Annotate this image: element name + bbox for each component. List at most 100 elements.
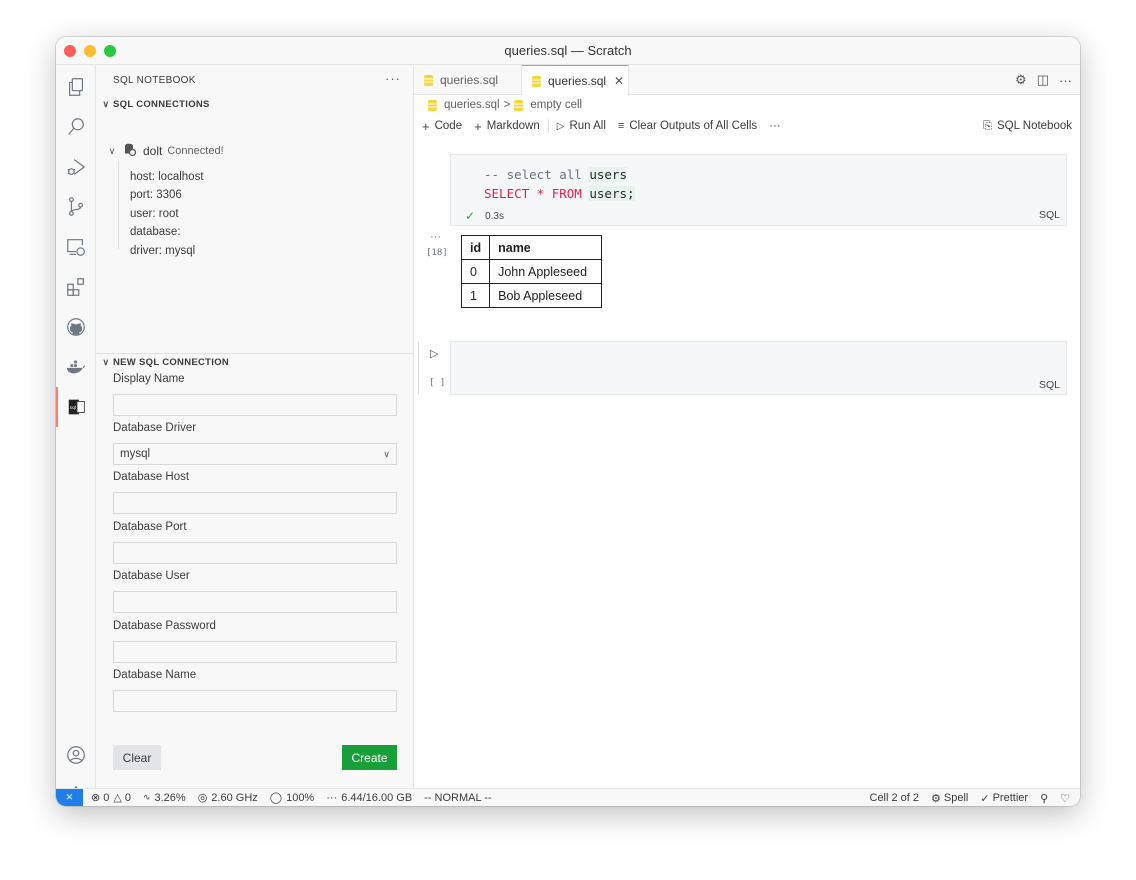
code-line-2: SELECT * FROM users;	[484, 186, 635, 201]
close-window-button[interactable]	[64, 45, 76, 57]
database-name-input[interactable]	[113, 690, 397, 712]
notebook-settings-gear-icon[interactable]: ⚙	[1015, 72, 1027, 88]
cell-position[interactable]: Cell 2 of 2	[870, 792, 920, 804]
code-cell-2[interactable]: SQL	[450, 341, 1067, 395]
run-all-icon: ▷	[556, 120, 565, 132]
error-count: 0	[103, 791, 110, 804]
cell-language-label[interactable]: SQL	[1039, 379, 1060, 391]
database-icon	[124, 143, 137, 159]
remote-indicator-icon[interactable]: ⨯	[56, 788, 83, 806]
code-keyword: FROM	[551, 186, 582, 201]
memory-icon: ···	[326, 791, 338, 804]
add-code-cell-button[interactable]: + Code	[422, 119, 462, 134]
battery-value: 100%	[286, 791, 315, 804]
accounts-icon[interactable]	[56, 735, 96, 775]
spell-check[interactable]: ⚙ Spell	[931, 792, 968, 805]
problems-indicator[interactable]: ⊗ 0 △ 0	[91, 791, 131, 805]
database-host-input[interactable]	[113, 492, 397, 514]
feedback-icon[interactable]: ⚲	[1040, 792, 1048, 805]
connection-item-dolt[interactable]: ∨ dolt Connected!	[106, 143, 224, 159]
display-name-input[interactable]	[113, 394, 397, 416]
execution-duration: 0.3s	[485, 210, 504, 222]
sql-file-icon	[424, 74, 433, 86]
double-check-icon: ✓	[980, 792, 990, 805]
title-bar: queries.sql — Scratch	[56, 37, 1080, 65]
database-password-input[interactable]	[113, 641, 397, 663]
search-icon[interactable]	[56, 107, 96, 147]
breadcrumb-file[interactable]: queries.sql	[444, 99, 500, 111]
create-button[interactable]: Create	[342, 745, 397, 770]
button-label: Markdown	[486, 120, 540, 132]
sql-notebook-icon[interactable]: sql	[56, 387, 96, 427]
more-actions-icon[interactable]: ···	[1059, 73, 1072, 88]
connection-prop-user: user: root	[130, 208, 179, 220]
cell-language-label[interactable]: SQL	[1039, 209, 1060, 221]
table-row: 0 John Appleseed	[460, 259, 603, 284]
code-cell-1[interactable]: -- select all users SELECT * FROM users;…	[450, 154, 1067, 226]
database-user-input[interactable]	[113, 591, 397, 613]
sidebar-more-button[interactable]: ···	[385, 71, 401, 86]
extensions-icon[interactable]	[56, 267, 96, 307]
memory-usage[interactable]: ··· 6.44/16.00 GB	[326, 792, 412, 804]
minimize-window-button[interactable]	[84, 45, 96, 57]
column-header: name	[489, 235, 603, 260]
tab-queries-sql-1[interactable]: queries.sql	[414, 65, 522, 95]
code-comment-highlight: users	[589, 167, 627, 182]
button-label: Run All	[569, 120, 606, 132]
run-cell-icon[interactable]: ▷	[430, 347, 438, 360]
source-control-icon[interactable]	[56, 187, 96, 227]
cpu-frequency[interactable]: ◎ 2.60 GHz	[198, 791, 258, 805]
split-editor-icon[interactable]: ◫	[1037, 72, 1049, 88]
connection-prop-database: database:	[130, 226, 181, 238]
docker-icon[interactable]	[56, 347, 96, 387]
kernel-picker[interactable]: ⎘ SQL Notebook	[983, 120, 1072, 133]
toolbar-divider	[547, 119, 549, 133]
clear-outputs-button[interactable]: ≡ Clear Outputs of All Cells	[618, 120, 757, 132]
cpu-value: 3.26%	[154, 791, 186, 804]
pulse-icon: ∿	[142, 792, 151, 802]
toolbar-more-button[interactable]: ···	[769, 120, 781, 132]
focused-cell-indicator	[418, 342, 419, 394]
kernel-label: SQL Notebook	[996, 120, 1072, 132]
breadcrumb-separator-icon: >	[503, 99, 511, 111]
add-markdown-cell-button[interactable]: + Markdown	[474, 119, 540, 134]
output-more-button[interactable]: ···	[430, 231, 441, 243]
chevron-down-icon: ∨	[102, 357, 110, 367]
table-header-row: id name	[460, 235, 603, 260]
sql-file-icon	[514, 99, 524, 111]
run-all-button[interactable]: ▷ Run All	[557, 120, 606, 132]
table-row: 1 Bob Appleseed	[460, 283, 603, 308]
breadcrumb-cell[interactable]: empty cell	[530, 99, 582, 111]
database-port-input[interactable]	[113, 542, 397, 564]
notebook-toolbar: + Code + Markdown ▷ Run All ≡ Clear Outputs …	[422, 116, 1072, 136]
execution-count: [ ]	[429, 378, 446, 388]
database-driver-select[interactable]: mysql ∨	[113, 443, 397, 465]
maximize-window-button[interactable]	[104, 45, 116, 57]
tree-indent-guide	[118, 161, 119, 249]
code-comment: -- select all	[484, 167, 590, 182]
chevron-down-icon: ∨	[102, 99, 110, 109]
plus-icon: +	[474, 118, 482, 134]
new-sql-connection-section-header[interactable]: ∨ NEW SQL CONNECTION	[100, 357, 229, 368]
clear-button[interactable]: Clear	[113, 745, 161, 770]
explorer-icon[interactable]	[56, 67, 96, 107]
query-result-table: id name 0 John Appleseed 1 Bob Appleseed	[460, 235, 603, 308]
activity-bar: sql	[56, 65, 96, 805]
github-icon[interactable]	[56, 307, 96, 347]
close-tab-icon[interactable]: ✕	[614, 74, 624, 88]
breadcrumb: queries.sql > empty cell	[428, 97, 582, 113]
prettier-status[interactable]: ✓ Prettier	[980, 792, 1028, 805]
display-name-label: Display Name	[113, 373, 185, 385]
cpu-usage[interactable]: ∿ 3.26%	[143, 792, 186, 804]
notifications-bell-icon[interactable]: ♡	[1060, 792, 1070, 805]
status-bar-right: Cell 2 of 2 ⚙ Spell ✓ Prettier ⚲ ♡	[870, 789, 1071, 806]
battery-status[interactable]: ◯ 100%	[270, 791, 315, 805]
warning-icon: △	[113, 792, 122, 804]
sql-connections-section-header[interactable]: ∨ SQL CONNECTIONS	[100, 99, 210, 110]
database-user-label: Database User	[113, 570, 190, 582]
code-keyword: SELECT	[484, 186, 530, 201]
remote-explorer-icon[interactable]	[56, 227, 96, 267]
tab-queries-sql-2[interactable]: queries.sql ✕	[522, 65, 629, 96]
window-title: queries.sql — Scratch	[504, 43, 632, 58]
run-debug-icon[interactable]	[56, 147, 96, 187]
